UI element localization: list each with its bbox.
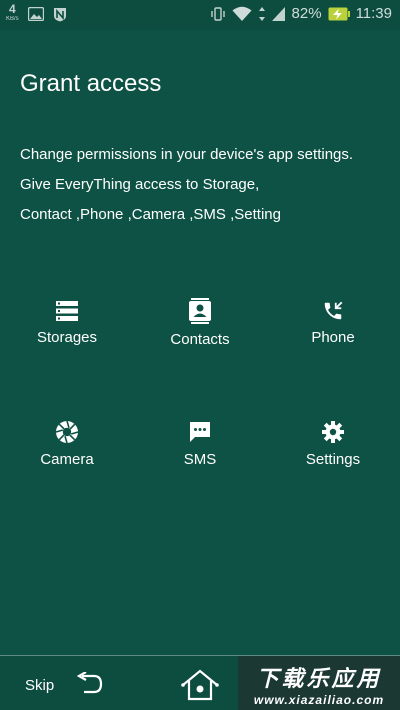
description-line: Change permissions in your device's app … [20,146,354,163]
network-speed-unit: KB/s [6,16,19,22]
permission-label: Contacts [170,331,230,348]
back-icon[interactable] [74,672,104,696]
skip-button[interactable]: Skip [25,677,54,694]
nav-bar: Skip 下载乐应用 www.xiazailiao.com [0,655,400,710]
status-bar-right: 82% 11:39 [210,5,392,22]
permission-phone[interactable]: Phone [273,300,393,346]
network-speed: 4 KB/s [6,3,19,22]
watermark: 下载乐应用 www.xiazailiao.com [238,656,400,710]
battery-charging-icon [328,7,350,20]
n-icon [53,8,66,22]
description-line: Give EveryThing access to Storage, [20,176,260,193]
permission-label: Camera [40,451,94,468]
permission-camera[interactable]: Camera [7,420,127,468]
storage-icon [56,301,78,321]
network-speed-value: 4 [8,2,16,16]
settings-icon [322,421,344,443]
permission-sms[interactable]: SMS [140,420,260,468]
photo-icon [27,7,44,21]
wifi-icon [232,6,252,21]
data-arrows-icon [258,6,265,21]
contacts-icon [189,298,211,324]
permission-description: Change permissions in your device's app … [20,140,390,230]
watermark-main: 下载乐应用 [256,665,382,691]
description-line: Contact ,Phone ,Camera ,SMS ,Setting [20,206,281,223]
camera-icon [55,420,79,444]
battery-percent: 82% [291,5,322,22]
phone-icon [324,301,343,320]
permission-label: Storages [36,329,98,346]
status-clock: 11:39 [355,5,392,22]
sms-icon [190,422,210,442]
status-bar: 4 KB/s 82% 11:39 [0,0,400,30]
permission-label: Phone [311,329,355,346]
permission-label: Settings [305,451,361,468]
permission-settings[interactable]: Settings [273,420,393,468]
vibrate-icon [210,6,225,21]
permission-label: SMS [183,451,217,468]
watermark-url: www.xiazailiao.com [253,692,385,707]
home-icon[interactable] [180,668,220,702]
page-title: Grant access [20,70,162,97]
permission-contacts[interactable]: Contacts [140,298,260,348]
signal-icon [271,6,285,21]
status-bar-left: 4 KB/s [6,3,67,22]
permission-storages[interactable]: Storages [7,300,127,346]
